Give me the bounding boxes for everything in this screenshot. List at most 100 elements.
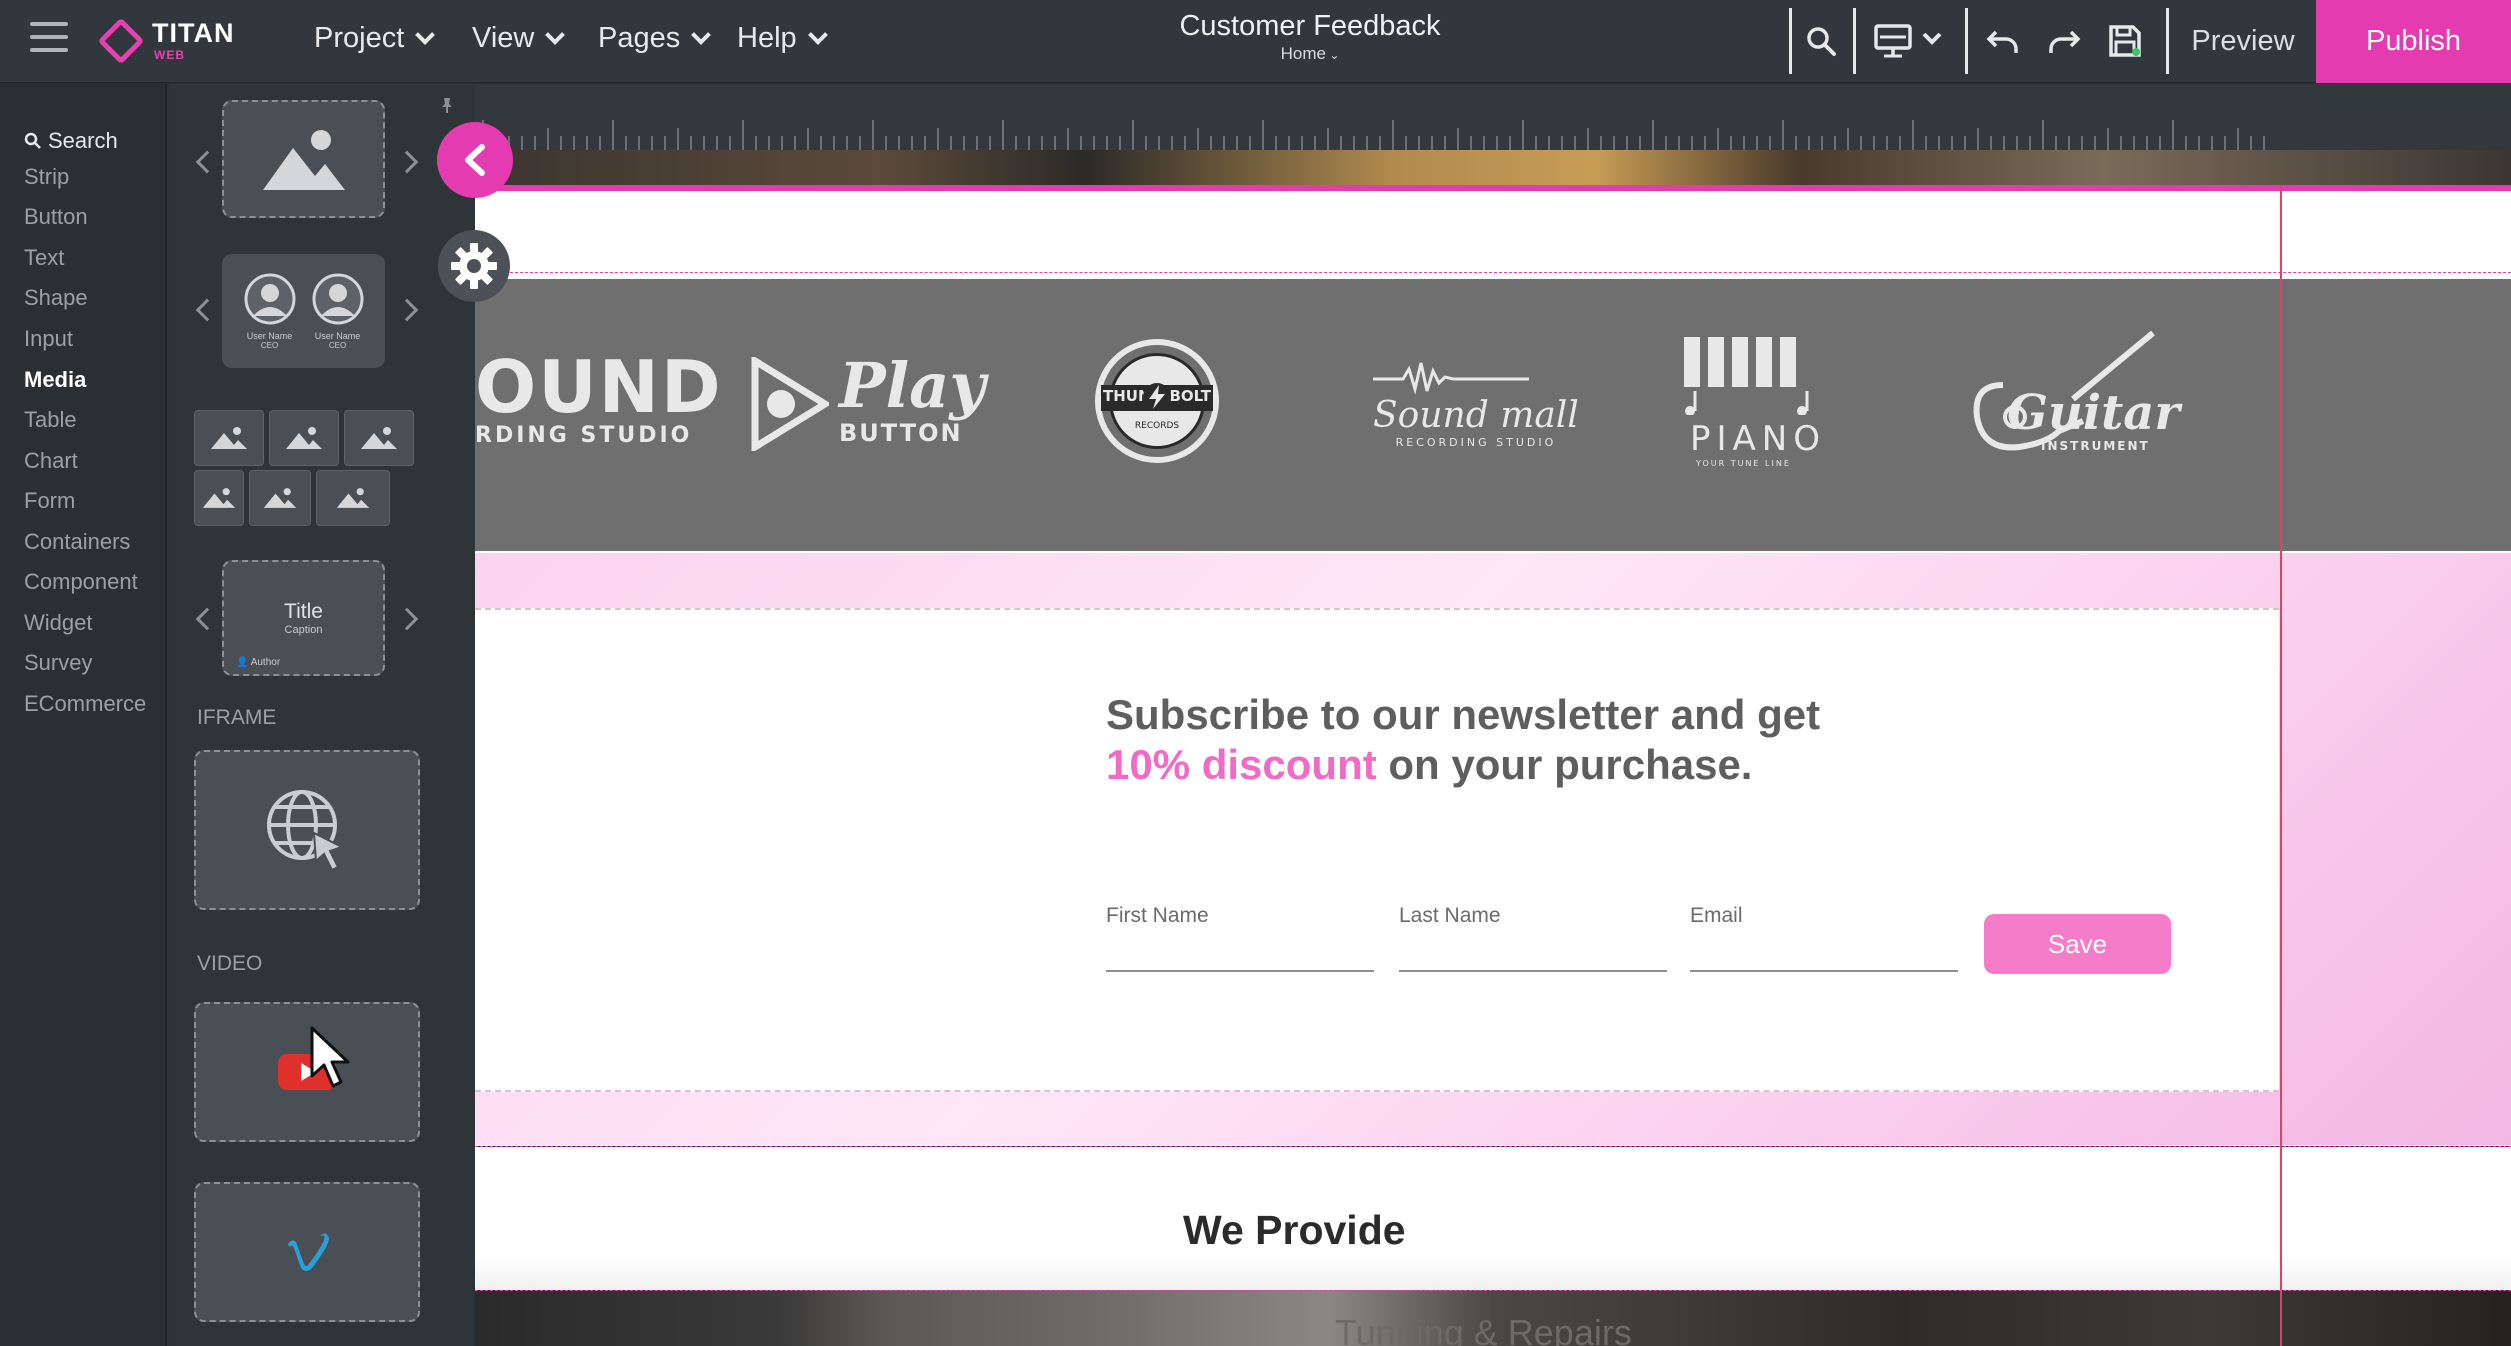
search-icon	[24, 132, 41, 149]
gallery-thumb-icon	[194, 410, 264, 466]
save-button[interactable]: Save	[1984, 914, 2171, 974]
category-chart[interactable]: Chart	[24, 448, 78, 474]
top-bar: TITAN WEB Project View Pages Help Custom…	[0, 0, 2511, 83]
globe-cursor-icon	[267, 790, 345, 872]
brand-play-main: Play	[839, 349, 986, 422]
undo-icon[interactable]	[1980, 18, 2026, 64]
prev-arrow-icon[interactable]	[195, 150, 219, 174]
avatar-role: CEO	[328, 341, 347, 350]
chevron-down-icon	[691, 24, 712, 45]
newsletter-section[interactable]	[475, 608, 2279, 1092]
newsletter-discount: 10% discount	[1106, 741, 1377, 788]
image-placeholder-icon	[262, 130, 345, 190]
category-text[interactable]: Text	[24, 245, 64, 271]
category-button[interactable]: Button	[24, 204, 88, 230]
chevron-left-icon	[465, 144, 485, 176]
title-card-author: 👤 Author	[236, 657, 281, 668]
page-selector[interactable]: Home ⌄	[1130, 44, 1490, 64]
newsletter-heading-line2: on your purchase.	[1376, 741, 1753, 788]
preview-button[interactable]: Preview	[2172, 0, 2314, 83]
category-shape[interactable]: Shape	[24, 285, 88, 311]
brand-thunderbolt-sub: RECORDS	[1134, 421, 1180, 431]
category-search-label: Search	[48, 128, 118, 153]
avatar-element-card[interactable]: User Name CEO User Name CEO	[222, 254, 385, 368]
menu-view[interactable]: View	[472, 22, 566, 55]
hamburger-menu-icon[interactable]	[30, 22, 68, 56]
gallery-thumb-icon	[269, 410, 339, 466]
brand-thunderbolt-right: BOLT	[1169, 387, 1212, 405]
last-name-field[interactable]	[1399, 970, 1667, 972]
avatar-icon	[244, 273, 295, 325]
title-card-title: Title	[284, 600, 323, 623]
brand-logo-guitar: Guitar INSTRUMENT	[1963, 325, 2180, 459]
brand-soundmall-main: Sound mall	[1373, 395, 1579, 436]
avatar-user-name: User Name	[314, 331, 361, 341]
newsletter-heading: Subscribe to our newsletter and get 10% …	[1106, 690, 1820, 790]
menu-pages[interactable]: Pages	[598, 22, 712, 55]
youtube-element-card[interactable]	[194, 1002, 420, 1142]
chevron-down-icon	[545, 24, 566, 45]
category-component[interactable]: Component	[24, 569, 138, 595]
media-panel: User Name CEO User Name CEO Title Captio…	[169, 84, 475, 1346]
category-form[interactable]: Form	[24, 488, 75, 514]
first-name-field[interactable]	[1106, 970, 1374, 972]
gallery-thumb-icon	[249, 470, 311, 526]
prev-arrow-icon[interactable]	[195, 298, 219, 322]
next-arrow-icon[interactable]	[395, 607, 419, 631]
category-table[interactable]: Table	[24, 407, 77, 433]
email-label: Email	[1690, 904, 1743, 927]
play-button-icon	[751, 357, 829, 451]
category-widget[interactable]: Widget	[24, 610, 92, 636]
category-survey[interactable]: Survey	[24, 650, 92, 676]
title-caption-card[interactable]: Title Caption 👤 Author	[222, 560, 385, 676]
category-media[interactable]: Media	[24, 367, 86, 393]
vimeo-element-card[interactable]	[194, 1182, 420, 1322]
category-ecommerce[interactable]: ECommerce	[24, 691, 146, 717]
toolbar-divider	[1789, 8, 1792, 74]
gallery-thumb-icon	[344, 410, 414, 466]
titan-logo-icon	[97, 17, 145, 65]
settings-button[interactable]	[438, 230, 510, 302]
category-search[interactable]: Search	[24, 128, 118, 154]
prev-arrow-icon[interactable]	[195, 607, 219, 631]
app-sub: WEB	[154, 48, 185, 62]
next-arrow-icon[interactable]	[395, 150, 419, 174]
alignment-guide	[2280, 186, 2282, 1346]
waveform-icon	[1373, 362, 1529, 395]
save-icon[interactable]	[2102, 18, 2148, 64]
vimeo-icon	[288, 1233, 329, 1271]
brand-sound-main: OUND	[475, 345, 723, 429]
brand-sound-sub: RDING STUDIO	[475, 423, 693, 448]
title-card-author-label: Author	[250, 657, 281, 668]
brand-logo-sound: OUND RDING STUDIO	[475, 351, 723, 448]
next-arrow-icon[interactable]	[395, 298, 419, 322]
brand-logo-thunderbolt: THUN BOLT RECORDS	[1095, 339, 1219, 463]
project-title: Customer Feedback	[1179, 10, 1441, 42]
gallery-thumb-icon	[316, 470, 390, 526]
tuning-repairs-caption: Tunning & Repairs	[1335, 1312, 1632, 1346]
image-element-card[interactable]	[222, 100, 385, 218]
category-sidebar: Search Strip Button Text Shape Input Med…	[0, 84, 167, 1346]
pin-icon[interactable]	[439, 96, 455, 114]
category-strip[interactable]: Strip	[24, 164, 69, 190]
category-containers[interactable]: Containers	[24, 529, 130, 555]
editor-canvas[interactable]: OUND RDING STUDIO Play BUTTON THUN BOLT …	[475, 84, 2511, 1346]
toolbar-divider	[1965, 8, 1968, 74]
publish-button[interactable]: Publish	[2316, 0, 2511, 83]
device-desktop-icon[interactable]	[1872, 18, 1952, 64]
redo-icon[interactable]	[2041, 18, 2087, 64]
email-field[interactable]	[1690, 970, 1958, 972]
collapse-panel-button[interactable]	[437, 122, 513, 198]
category-input[interactable]: Input	[24, 326, 73, 352]
chevron-down-icon	[415, 24, 436, 45]
toolbar-divider	[1853, 8, 1856, 74]
spacer-strip[interactable]	[475, 191, 2511, 273]
brand-logo-strip[interactable]: OUND RDING STUDIO Play BUTTON THUN BOLT …	[475, 279, 2511, 551]
avatar-icon	[312, 273, 363, 325]
search-icon[interactable]	[1798, 18, 1844, 64]
iframe-element-card[interactable]	[194, 750, 420, 910]
menu-project[interactable]: Project	[314, 22, 436, 55]
chevron-down-icon	[807, 24, 828, 45]
video-section-label: VIDEO	[197, 952, 263, 975]
menu-help[interactable]: Help	[737, 22, 828, 55]
